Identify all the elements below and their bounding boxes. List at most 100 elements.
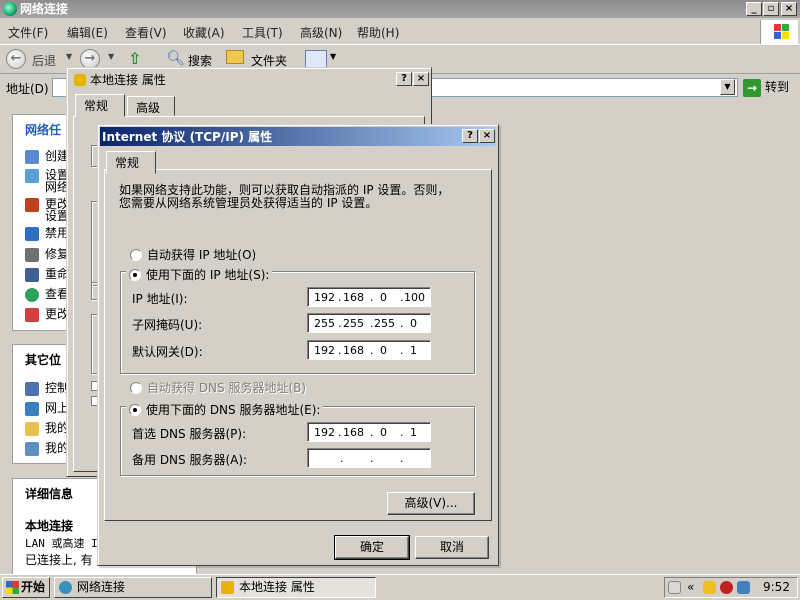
go-label: 转到 [765,80,790,94]
go-button[interactable]: → 转到 [743,78,789,97]
clock[interactable]: 9:52 [763,580,790,594]
props-close-button[interactable]: × [413,72,429,86]
taskbar-item-network-connections[interactable]: 网络连接 [54,577,212,598]
tcpip-properties-dialog: Internet 协议 (TCP/IP) 属性 ? × 常规 如果网络支持此功能… [97,124,499,566]
props-title: 本地连接 属性 [90,73,166,87]
address-label: 地址(D) [6,82,49,96]
start-button[interactable]: 开始 [2,577,50,598]
radio-on-icon [129,268,141,281]
back-arrow-icon[interactable]: ← [6,49,26,69]
security-alert-icon[interactable] [720,581,733,594]
cancel-button[interactable]: 取消 [415,536,489,559]
other-my-documents[interactable]: 我的 [25,419,69,436]
radio-off-icon [130,381,142,394]
windows-logo-icon [760,20,798,44]
network-places-icon [25,401,39,416]
tcp-help-button[interactable]: ? [462,129,478,143]
rename-icon [25,267,39,282]
task-change-settings[interactable]: 更改 [25,305,69,322]
menu-advanced[interactable]: 高级(N) [300,24,342,41]
network-adapter-icon [221,581,234,594]
explorer-title-bar: 网络连接 _ ▫ × [0,0,800,18]
shield-icon[interactable] [703,581,716,594]
menu-help[interactable]: 帮助(H) [357,24,399,41]
tab-advanced[interactable]: 高级 [127,96,175,116]
back-button-label[interactable]: 后退 [32,52,56,69]
home-network-icon [25,168,39,183]
close-button[interactable]: × [781,2,797,16]
other-network-places[interactable]: 网上 [25,399,69,416]
windows-flag-icon [6,581,19,594]
tab-general[interactable]: 常规 [106,151,156,174]
minimize-button[interactable]: _ [746,2,762,16]
props-title-bar: 本地连接 属性 ? × [70,71,429,89]
status-icon [25,287,39,302]
back-dropdown-icon[interactable]: ▼ [66,52,72,61]
search-icon[interactable]: 🔍︎ [166,49,185,67]
details-connection-name: 本地连接 [25,519,74,533]
tcp-description-line2: 您需要从网络系统管理员处获得适当的 IP 设置。 [119,196,378,210]
alternate-dns-field[interactable]: ... [307,448,431,468]
tab-general[interactable]: 常规 [75,94,125,117]
my-documents-icon [25,421,39,436]
settings-icon [25,307,39,322]
preferred-dns-label: 首选 DNS 服务器(P): [132,427,247,441]
radio-off-icon [130,248,142,261]
disable-icon [25,226,39,241]
ip-address-field[interactable]: 192. 168. 0. 100 [307,287,431,307]
menu-tools[interactable]: 工具(T) [242,24,283,41]
details-status: 已连接上, 有 [25,553,93,567]
tray-expand-icon[interactable]: « [687,580,694,594]
restore-button[interactable]: ▫ [763,2,779,16]
network-tray-icon[interactable] [737,581,750,594]
auto-dns-radio[interactable]: 自动获得 DNS 服务器地址(B) [130,379,306,396]
folders-icon[interactable] [226,50,244,64]
go-arrow-icon: → [743,78,761,97]
menu-edit[interactable]: 编辑(E) [67,24,108,41]
preferred-dns-field[interactable]: 192. 168. 0. 1 [307,422,431,442]
ok-button[interactable]: 确定 [334,535,410,560]
tcp-close-button[interactable]: × [479,129,495,143]
task-repair[interactable]: 修复 [25,245,69,262]
tcp-tab-panel: 如果网络支持此功能，则可以获取自动指派的 IP 设置。否则， 您需要从网络系统管… [104,169,492,521]
ip-address-label: IP 地址(I): [132,292,188,306]
other-my-computer[interactable]: 我的 [25,439,69,456]
auto-ip-radio[interactable]: 自动获得 IP 地址(O) [130,246,256,263]
task-create[interactable]: 创建 [25,147,69,164]
default-gateway-field[interactable]: 192. 168. 0. 1 [307,340,431,360]
tcp-title-bar: Internet 协议 (TCP/IP) 属性 ? × [100,127,496,146]
props-help-button[interactable]: ? [396,72,412,86]
taskbar: 开始 网络连接 本地连接 属性 « 9:52 [0,574,800,600]
repair-icon [25,247,39,262]
start-label: 开始 [21,580,46,594]
forward-dropdown-icon[interactable]: ▼ [108,52,114,61]
explorer-title: 网络连接 [20,2,69,16]
subnet-mask-field[interactable]: 255. 255. 255. 0 [307,313,431,333]
address-dropdown-icon[interactable]: ▼ [720,79,735,95]
manual-ip-radio[interactable]: 使用下面的 IP 地址(S): [126,266,273,283]
task-rename[interactable]: 重命 [25,265,69,282]
forward-arrow-icon[interactable]: → [80,49,100,69]
tcp-title: Internet 协议 (TCP/IP) 属性 [102,130,273,144]
menu-favorites[interactable]: 收藏(A) [183,24,225,41]
control-panel-icon [25,381,39,396]
views-dropdown-icon[interactable]: ▼ [330,52,336,61]
task-disable[interactable]: 禁用 [25,224,69,241]
network-connections-icon [3,2,17,16]
up-folder-icon[interactable]: ⇧ [128,49,141,68]
task-view-status[interactable]: 查看 [25,285,69,302]
advanced-button[interactable]: 高级(V)... [387,492,475,515]
views-icon[interactable] [305,50,327,68]
menu-file[interactable]: 文件(F) [8,24,48,41]
manual-dns-radio[interactable]: 使用下面的 DNS 服务器地址(E): [126,401,324,418]
taskbar-item-local-connection-properties[interactable]: 本地连接 属性 [216,577,376,598]
network-connections-icon [59,581,72,594]
other-control-panel[interactable]: 控制 [25,379,69,396]
details-type: LAN 或高速 I [25,537,98,550]
radio-on-icon [129,403,141,416]
keyboard-icon[interactable] [668,581,681,594]
firewall-icon [25,197,39,212]
new-connection-icon [25,149,39,164]
props-tabs: 常规 高级 [75,94,425,117]
menu-view[interactable]: 查看(V) [125,24,167,41]
